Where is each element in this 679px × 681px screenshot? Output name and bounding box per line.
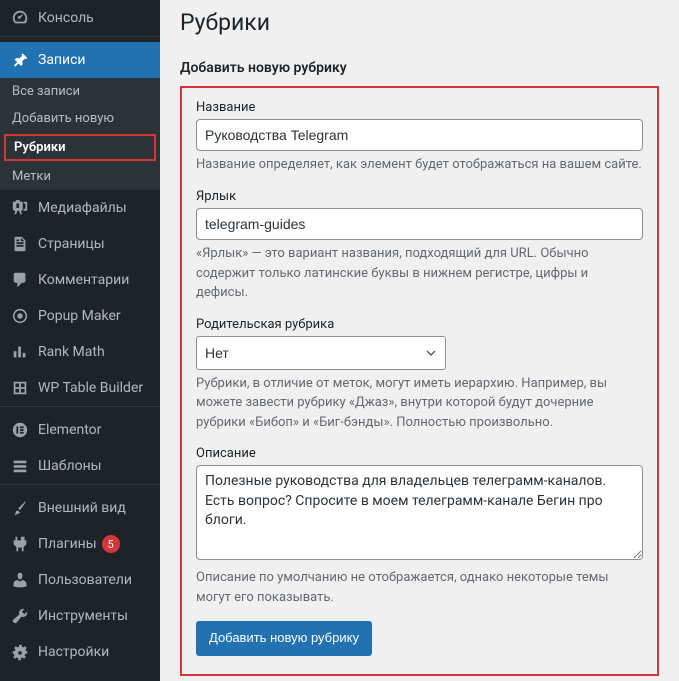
pages-icon — [10, 234, 30, 254]
menu-label: Elementor — [38, 422, 101, 438]
menu-label: Настройки — [38, 644, 109, 660]
menu-popup-maker[interactable]: Popup Maker — [0, 298, 160, 334]
description-description: Описание по умолчанию не отображается, о… — [196, 568, 643, 607]
menu-plugins[interactable]: Плагины 5 — [0, 526, 160, 562]
menu-posts[interactable]: Записи — [0, 42, 160, 78]
add-category-form: Название Название определяет, как элемен… — [180, 86, 659, 676]
submenu-categories[interactable]: Рубрики — [4, 134, 156, 161]
parent-label: Родительская рубрика — [196, 317, 643, 332]
parent-select[interactable]: Нет — [196, 336, 446, 370]
slug-field: Ярлык «Ярлык» — это вариант названия, по… — [196, 189, 643, 303]
description-field: Описание Полезные руководства для владел… — [196, 446, 643, 607]
slug-label: Ярлык — [196, 189, 643, 204]
slug-description: «Ярлык» — это вариант названия, подходящ… — [196, 244, 643, 303]
menu-comments[interactable]: Комментарии — [0, 262, 160, 298]
name-label: Название — [196, 100, 643, 115]
menu-pages[interactable]: Страницы — [0, 226, 160, 262]
menu-elementor[interactable]: Elementor — [0, 412, 160, 448]
menu-label: Медиафайлы — [38, 200, 127, 216]
menu-appearance[interactable]: Внешний вид — [0, 490, 160, 526]
comments-icon — [10, 270, 30, 290]
menu-settings[interactable]: Настройки — [0, 634, 160, 670]
table-icon — [10, 378, 30, 398]
menu-label: Комментарии — [38, 272, 129, 288]
section-title: Добавить новую рубрику — [180, 60, 659, 76]
menu-label: WP Table Builder — [38, 380, 143, 396]
menu-templates[interactable]: Шаблоны — [0, 448, 160, 485]
menu-label: Popup Maker — [38, 308, 121, 324]
menu-label: Инструменты — [38, 608, 128, 624]
settings-icon — [10, 642, 30, 662]
menu-label: Шаблоны — [38, 458, 102, 474]
menu-media[interactable]: Медиафайлы — [0, 190, 160, 226]
elementor-icon — [10, 420, 30, 440]
chart-icon — [10, 342, 30, 362]
menu-label: Страницы — [38, 236, 105, 252]
users-icon — [10, 570, 30, 590]
submit-button[interactable]: Добавить новую рубрику — [196, 621, 372, 656]
popup-icon — [10, 306, 30, 326]
templates-icon — [10, 456, 30, 476]
plugins-update-badge: 5 — [102, 535, 120, 553]
brush-icon — [10, 498, 30, 518]
description-textarea[interactable]: Полезные руководства для владельцев теле… — [196, 465, 643, 560]
main-content: Рубрики Добавить новую рубрику Название … — [160, 0, 679, 681]
menu-users[interactable]: Пользователи — [0, 562, 160, 598]
menu-rank-math[interactable]: Rank Math — [0, 334, 160, 370]
parent-field: Родительская рубрика Нет Рубрики, в отли… — [196, 317, 643, 433]
submenu-add-new[interactable]: Добавить новую — [0, 105, 160, 132]
name-description: Название определяет, как элемент будет о… — [196, 155, 643, 175]
submenu-all-posts[interactable]: Все записи — [0, 78, 160, 105]
menu-console[interactable]: Консоль — [0, 0, 160, 37]
menu-tools[interactable]: Инструменты — [0, 598, 160, 634]
dashboard-icon — [10, 8, 30, 28]
menu-label: Консоль — [38, 10, 94, 26]
menu-label: Rank Math — [38, 344, 105, 360]
menu-label: Пользователи — [38, 572, 132, 588]
admin-sidebar: Консоль Записи Все записи Добавить новую… — [0, 0, 160, 681]
menu-label: Внешний вид — [38, 500, 126, 516]
menu-label: Плагины — [38, 536, 97, 552]
parent-description: Рубрики, в отличие от меток, могут иметь… — [196, 374, 643, 433]
page-title: Рубрики — [180, 0, 659, 40]
name-field: Название Название определяет, как элемен… — [196, 100, 643, 175]
menu-wp-table-builder[interactable]: WP Table Builder — [0, 370, 160, 407]
slug-input[interactable] — [196, 208, 643, 240]
description-label: Описание — [196, 446, 643, 461]
pin-icon — [10, 50, 30, 70]
plugin-icon — [10, 534, 30, 554]
tools-icon — [10, 606, 30, 626]
menu-label: Записи — [38, 52, 86, 68]
submenu-tags[interactable]: Метки — [0, 163, 160, 190]
active-arrow-icon — [160, 52, 168, 68]
posts-submenu: Все записи Добавить новую Рубрики Метки — [0, 78, 160, 190]
media-icon — [10, 198, 30, 218]
name-input[interactable] — [196, 119, 643, 151]
